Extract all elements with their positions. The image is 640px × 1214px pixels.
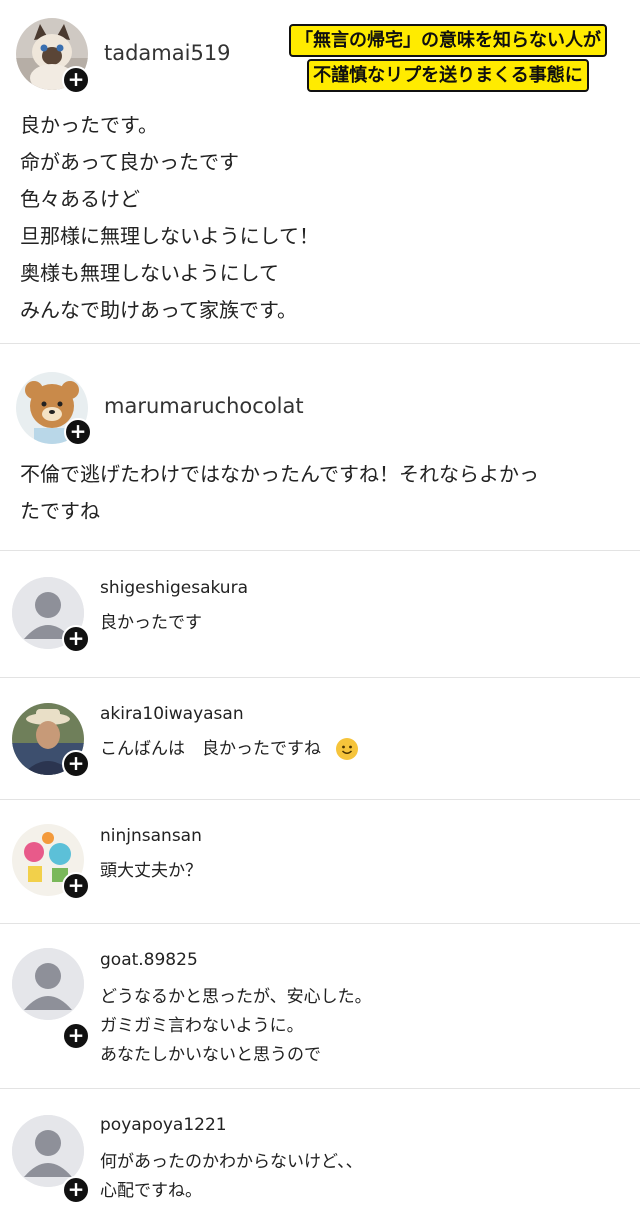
comment-text: 良かったです。 命があって良かったです 色々あるけど 旦那様に無理しないようにし… <box>20 107 319 329</box>
comment-item: + tadamai519 良かったです。 命があって良かったです 色々あるけど … <box>0 0 640 343</box>
user-avatar[interactable]: + <box>12 824 90 900</box>
comment-line: こんばんは 良かったですね <box>100 739 321 759</box>
comment-text: 頭大丈夫か？ <box>100 857 202 886</box>
smiling-face-emoji-icon <box>336 738 359 760</box>
comment-item: + shigeshigesakura 良かったです <box>0 551 640 677</box>
comment-line: 命があって良かったです <box>20 150 239 174</box>
comment-username[interactable]: akira10iwayasan <box>100 704 244 724</box>
follow-plus-icon[interactable]: + <box>62 872 90 900</box>
comment-username[interactable]: goat.89825 <box>100 950 198 970</box>
follow-plus-icon[interactable]: + <box>62 1176 90 1204</box>
comment-item: + marumaruchocolat 不倫で逃げたわけではなかったんですね！それ… <box>0 344 640 550</box>
comment-line: あなたしかいないと思うので <box>100 1045 321 1065</box>
comment-username[interactable]: poyapoya1221 <box>100 1115 227 1135</box>
user-avatar[interactable]: + <box>16 372 92 446</box>
comment-text: どうなるかと思ったが、安心した。 ガミガミ言わないように。 あなたしかいないと思… <box>100 983 372 1070</box>
comment-line: どうなるかと思ったが、安心した。 <box>100 987 372 1007</box>
comment-item: + ninjnsansan 頭大丈夫か？ <box>0 800 640 923</box>
comment-line: 色々あるけど <box>20 187 140 211</box>
comment-line: ガミガミ言わないように。 <box>100 1016 304 1036</box>
follow-plus-icon[interactable]: + <box>62 1022 90 1050</box>
comment-line: 良かったです <box>100 613 202 633</box>
comment-item: + akira10iwayasan こんばんは 良かったですね <box>0 678 640 799</box>
comment-line: みんなで助けあって家族です。 <box>20 298 297 322</box>
user-avatar[interactable]: + <box>16 18 90 94</box>
follow-plus-icon[interactable]: + <box>62 66 90 94</box>
default-avatar-icon <box>12 948 84 1020</box>
comment-text: 不倫で逃げたわけではなかったんですね！それならよかっ たですね <box>20 456 539 530</box>
comment-line: 何があったのかわからないけど、、 <box>100 1152 363 1172</box>
follow-plus-icon[interactable]: + <box>62 750 90 778</box>
user-avatar[interactable]: + <box>12 948 90 1050</box>
user-avatar[interactable]: + <box>12 1115 90 1204</box>
comment-line: 旦那様に無理しないようにして！ <box>20 224 319 248</box>
comment-line: 心配ですね。 <box>100 1181 202 1201</box>
comment-username[interactable]: tadamai519 <box>104 41 231 65</box>
comment-item: + goat.89825 どうなるかと思ったが、安心した。 ガミガミ言わないよう… <box>0 924 640 1088</box>
comment-line: 不倫で逃げたわけではなかったんですね！それならよかっ <box>20 462 539 486</box>
comment-line: 良かったです。 <box>20 113 158 137</box>
comment-text: 何があったのかわからないけど、、 心配ですね。 <box>100 1148 363 1206</box>
comment-line-row: こんばんは 良かったですね <box>100 735 359 764</box>
comment-line: 頭大丈夫か？ <box>100 861 202 881</box>
comment-username[interactable]: shigeshigesakura <box>100 578 248 598</box>
comment-username[interactable]: ninjnsansan <box>100 826 202 846</box>
user-avatar[interactable]: + <box>12 577 90 653</box>
follow-plus-icon[interactable]: + <box>64 418 92 446</box>
comment-username[interactable]: marumaruchocolat <box>104 394 304 418</box>
comment-text: 良かったです <box>100 609 202 638</box>
comment-text: こんばんは 良かったですね <box>100 735 359 764</box>
follow-plus-icon[interactable]: + <box>62 625 90 653</box>
comment-line: たですね <box>20 499 100 523</box>
user-avatar[interactable]: + <box>12 703 90 778</box>
comment-line: 奥様も無理しないようにして <box>20 261 279 285</box>
comment-item: + poyapoya1221 何があったのかわからないけど、、 心配ですね。 <box>0 1089 640 1214</box>
